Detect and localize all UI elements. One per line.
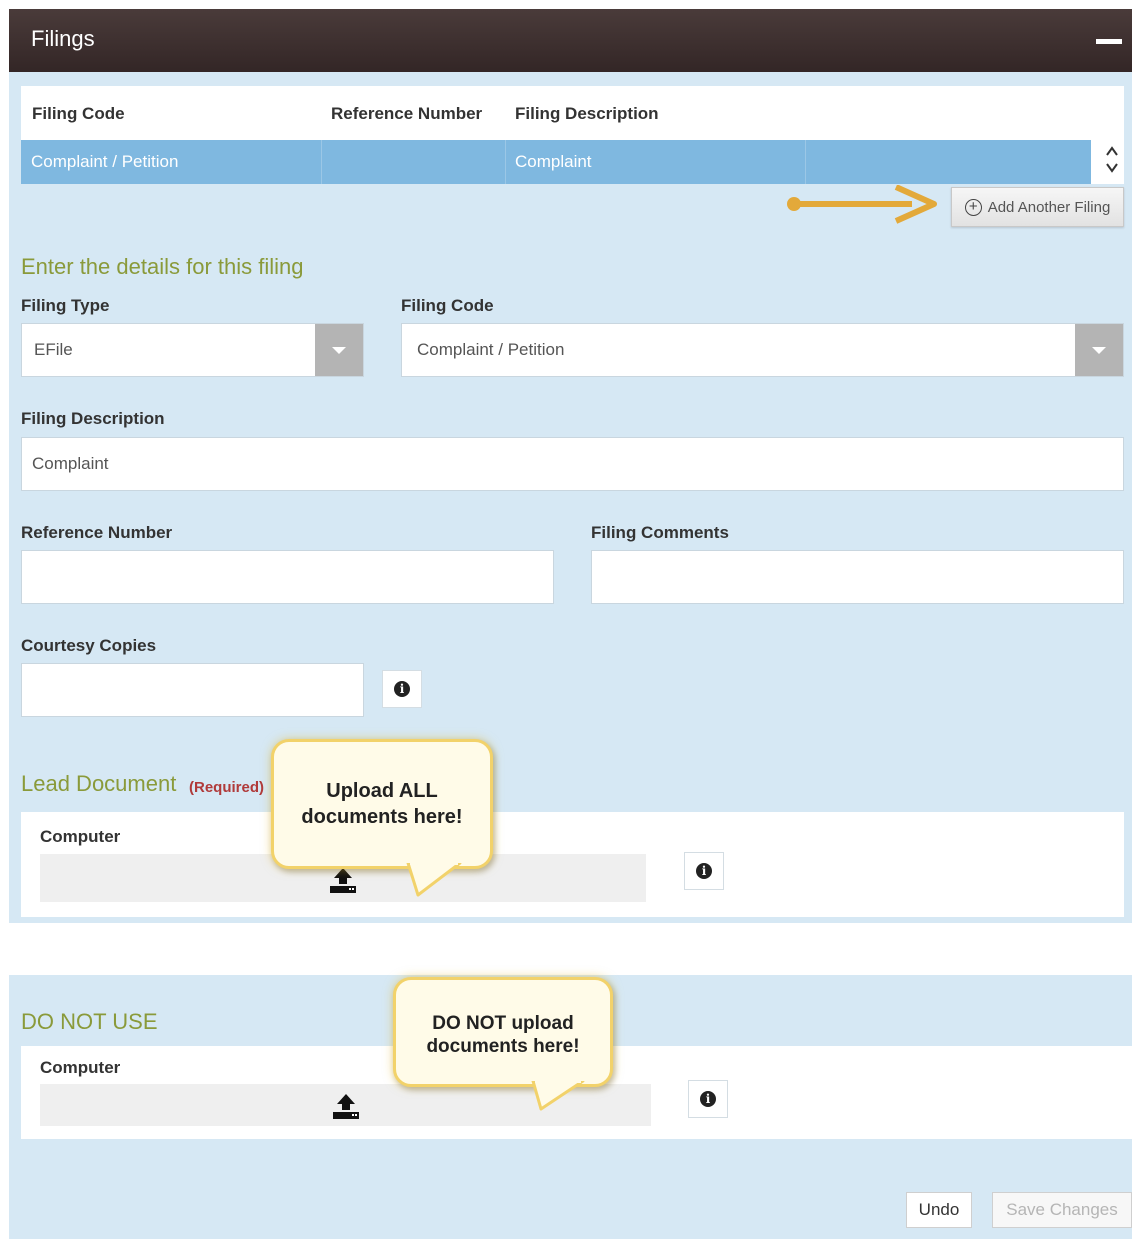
plus-circle-icon: + (964, 198, 982, 216)
add-another-filing-button[interactable]: + Add Another Filing (951, 187, 1124, 227)
annotation-arrow-icon (787, 185, 937, 224)
courtesy-copies-input[interactable] (21, 663, 364, 717)
filings-header: Filings (9, 9, 1132, 72)
lead-document-heading: Lead Document (21, 771, 177, 796)
caret-down-icon[interactable] (315, 324, 363, 376)
cell-divider (805, 140, 806, 184)
reference-number-label: Reference Number (21, 523, 173, 542)
chevron-up-icon[interactable] (1102, 144, 1122, 161)
filing-code-select[interactable]: Complaint / Petition (401, 323, 1124, 377)
column-header-reference-number: Reference Number (331, 104, 483, 123)
filing-code-label: Filing Code (401, 296, 494, 315)
table-scroll-arrows[interactable] (1102, 144, 1122, 182)
filing-description-input[interactable] (21, 437, 1124, 491)
save-changes-button[interactable]: Save Changes (992, 1192, 1132, 1228)
lead-document-box: Computer i (21, 812, 1124, 917)
courtesy-copies-info-button[interactable]: i (382, 670, 422, 708)
lead-document-source-label: Computer (40, 827, 121, 846)
filings-panel: Filings Filing Code Reference Number Fil… (9, 9, 1132, 923)
reference-number-input[interactable] (21, 550, 554, 604)
do-not-use-panel: DO NOT USE Computer i DO NOT upload docu… (9, 975, 1132, 1239)
caret-down-icon[interactable] (1075, 324, 1123, 376)
filing-code-value: Complaint / Petition (417, 340, 565, 359)
do-not-upload-callout: DO NOT upload documents here! (393, 977, 613, 1087)
minus-icon (1096, 39, 1122, 44)
courtesy-copies-label: Courtesy Copies (21, 636, 157, 655)
cell-filing-description: Complaint (515, 152, 592, 171)
callout-pointer-icon (406, 863, 462, 897)
filing-type-value: EFile (34, 340, 73, 359)
undo-button[interactable]: Undo (906, 1192, 972, 1228)
upload-all-callout-text: Upload ALL documents here! (301, 780, 463, 828)
do-not-use-source-label: Computer (40, 1058, 121, 1077)
callout-pointer-icon (531, 1081, 585, 1111)
upload-icon (333, 1094, 359, 1119)
do-not-use-info-button[interactable]: i (688, 1080, 728, 1118)
cell-filing-code: Complaint / Petition (31, 152, 179, 171)
do-not-upload-callout-text: DO NOT upload documents here! (426, 1013, 580, 1057)
filing-comments-label: Filing Comments (591, 523, 729, 542)
column-header-filing-description: Filing Description (515, 104, 659, 123)
info-icon: i (394, 681, 410, 697)
filing-description-label: Filing Description (21, 409, 165, 428)
collapse-button[interactable] (1084, 9, 1132, 72)
table-row[interactable]: Complaint / Petition Complaint (21, 140, 1091, 184)
cell-reference-number (321, 140, 505, 184)
required-badge: (Required) (189, 779, 264, 796)
column-header-filing-code: Filing Code (32, 104, 125, 123)
info-icon: i (700, 1091, 716, 1107)
add-another-filing-label: Add Another Filing (987, 198, 1111, 216)
filing-type-select[interactable]: EFile (21, 323, 364, 377)
upload-all-callout: Upload ALL documents here! (271, 739, 493, 869)
filing-type-label: Filing Type (21, 296, 110, 315)
do-not-use-heading: DO NOT USE (21, 1009, 158, 1034)
filings-table: Filing Code Reference Number Filing Desc… (21, 86, 1124, 184)
info-icon: i (696, 863, 712, 879)
details-heading: Enter the details for this filing (21, 254, 304, 279)
panel-title: Filings (31, 26, 95, 51)
lead-document-info-button[interactable]: i (684, 852, 724, 890)
filing-comments-input[interactable] (591, 550, 1124, 604)
chevron-down-icon[interactable] (1102, 161, 1122, 178)
upload-icon (330, 868, 356, 893)
